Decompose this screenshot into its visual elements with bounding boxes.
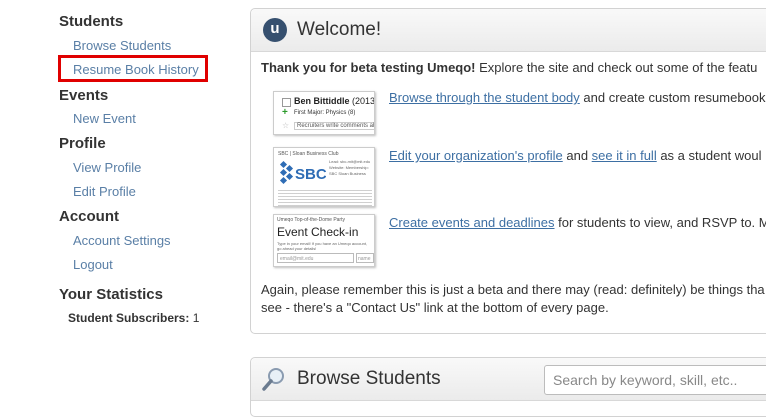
checkbox-icon xyxy=(282,98,291,107)
student-subscribers-value: 1 xyxy=(192,311,200,325)
thumb-event-name: name xyxy=(356,253,374,263)
browse-student-body-link[interactable]: Browse through the student body xyxy=(389,90,580,105)
sidebar-item-browse-students[interactable]: Browse Students xyxy=(73,38,171,53)
sidebar-section-account: Account xyxy=(59,208,119,225)
browse-students-title: Browse Students xyxy=(297,368,441,389)
welcome-intro-rest: Explore the site and check out some of t… xyxy=(475,60,758,75)
sidebar-section-statistics: Your Statistics xyxy=(59,286,163,303)
feature-events-text: for students to view, and RSVP to. M xyxy=(554,215,766,230)
thumb-event-title: Event Check-in xyxy=(277,225,359,239)
thumb-event-email: email@mit.edu xyxy=(277,253,354,263)
magnifier-icon xyxy=(262,368,284,391)
welcome-panel-header: u Welcome! xyxy=(251,9,766,52)
feature-browse-text: and create custom resumebook xyxy=(579,90,766,105)
feature-events: Create events and deadlines for students… xyxy=(389,215,766,230)
thumb-org-side: Lead: sbc-mit@mit.edu Website: Membershi… xyxy=(329,159,371,176)
sidebar-item-logout[interactable]: Logout xyxy=(73,257,113,272)
sidebar-section-students: Students xyxy=(59,13,124,30)
edit-org-profile-link[interactable]: Edit your organization's profile xyxy=(389,148,563,163)
sbc-logo-icon: SBC xyxy=(279,160,326,185)
create-events-link[interactable]: Create events and deadlines xyxy=(389,215,555,230)
thumb-student-name: Ben Bittiddle (2013 xyxy=(294,96,375,106)
sidebar-item-resume-book-history[interactable]: Resume Book History xyxy=(73,62,199,77)
welcome-title: Welcome! xyxy=(297,19,382,40)
student-subscribers-label: Student Subscribers: xyxy=(68,311,190,325)
student-card-thumbnail: Ben Bittiddle (2013 + First Major: Physi… xyxy=(273,91,375,135)
sidebar-item-view-profile[interactable]: View Profile xyxy=(73,160,141,175)
thumb-student-note: Recruiters write comments abou xyxy=(294,122,374,130)
browse-panel-header: Browse Students xyxy=(251,358,766,401)
sidebar-section-profile: Profile xyxy=(59,135,106,152)
welcome-outro: Again, please remember this is just a be… xyxy=(261,282,765,315)
feature-org-text2: as a student woul xyxy=(656,148,762,163)
thumb-org-header: SBC | Sloan Business Club xyxy=(278,151,339,157)
org-profile-thumbnail: SBC | Sloan Business Club SBC Lead: sbc-… xyxy=(273,147,375,207)
thumb-student-name-text: Ben Bittiddle xyxy=(294,96,350,106)
thumb-student-year: (2013 xyxy=(352,96,375,106)
event-checkin-thumbnail: Umeqo Top-of-the-Dome Party Event Check-… xyxy=(273,214,375,267)
star-icon: ☆ xyxy=(282,121,290,130)
feature-org-profile: Edit your organization's profile and see… xyxy=(389,148,762,163)
student-search-input[interactable] xyxy=(544,365,766,395)
thumb-event-top: Umeqo Top-of-the-Dome Party xyxy=(277,217,345,223)
see-it-in-full-link[interactable]: see it in full xyxy=(592,148,657,163)
welcome-intro: Thank you for beta testing Umeqo! Explor… xyxy=(261,60,757,75)
welcome-panel: u Welcome! Thank you for beta testing Um… xyxy=(250,8,766,334)
thumb-student-major: First Major: Physics (8) xyxy=(294,110,356,116)
thumb-event-sub: Type in your email! If you have an Umeqo… xyxy=(277,241,368,251)
umeqo-logo-icon: u xyxy=(263,18,287,42)
welcome-intro-bold: Thank you for beta testing Umeqo! xyxy=(261,60,476,75)
browse-students-panel: Browse Students xyxy=(250,357,766,417)
feature-org-text1: and xyxy=(562,148,592,163)
student-subscribers-stat: Student Subscribers: 1 xyxy=(68,311,199,325)
sidebar-section-events: Events xyxy=(59,87,109,104)
sidebar: Students Browse Students Resume Book His… xyxy=(0,0,240,400)
feature-browse: Browse through the student body and crea… xyxy=(389,90,766,105)
sidebar-item-account-settings[interactable]: Account Settings xyxy=(73,233,171,248)
thumb-org-text-lines xyxy=(278,188,372,206)
plus-icon: + xyxy=(282,107,288,118)
thumb-org-logo-text: SBC xyxy=(295,166,326,183)
sidebar-item-new-event[interactable]: New Event xyxy=(73,111,136,126)
sidebar-item-edit-profile[interactable]: Edit Profile xyxy=(73,184,136,199)
